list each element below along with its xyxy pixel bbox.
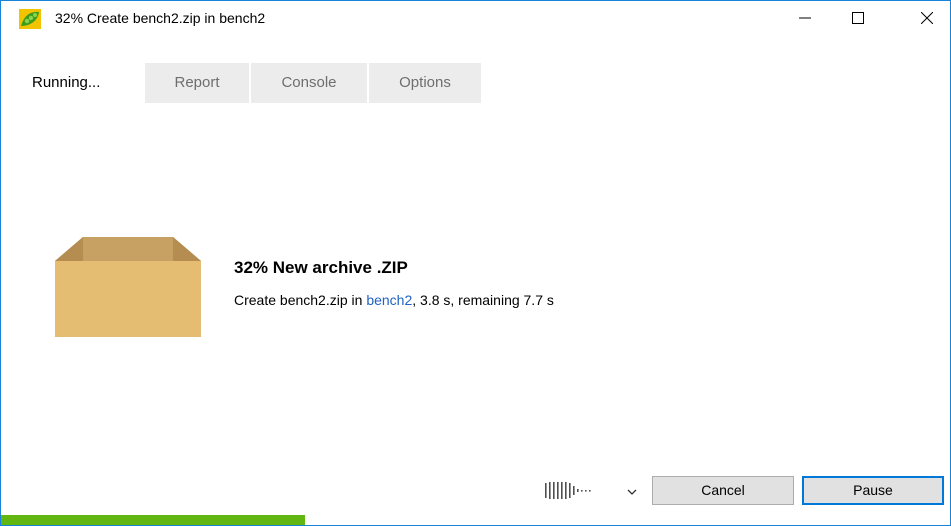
minimize-icon: [799, 12, 811, 24]
close-icon: [921, 12, 933, 24]
tab-options[interactable]: Options: [369, 63, 481, 103]
speed-dropdown[interactable]: [543, 478, 641, 506]
tab-running[interactable]: Running...: [19, 63, 129, 103]
operation-detail-suffix: , 3.8 s, remaining 7.7 s: [412, 292, 554, 308]
operation-title: 32% New archive .ZIP: [234, 258, 408, 277]
destination-folder-link[interactable]: bench2: [366, 292, 412, 308]
title-bar[interactable]: 32% Create bench2.zip in bench2: [1, 1, 950, 35]
tab-report[interactable]: Report: [145, 63, 249, 103]
chevron-down-icon: [627, 483, 637, 501]
open-box-icon: [55, 237, 201, 337]
progress-bar: [1, 515, 305, 525]
operation-detail-prefix: Create bench2.zip in: [234, 292, 367, 308]
cancel-button[interactable]: Cancel: [652, 476, 794, 505]
archive-window: 32% Create bench2.zip in bench2 Running.…: [0, 0, 951, 526]
minimize-button[interactable]: [782, 1, 828, 35]
operation-detail: Create bench2.zip in bench2, 3.8 s, rema…: [234, 292, 554, 308]
close-button[interactable]: [904, 1, 950, 35]
maximize-button[interactable]: [835, 1, 881, 35]
speed-bars-icon: [543, 480, 617, 505]
window-title: 32% Create bench2.zip in bench2: [55, 10, 266, 26]
tab-console[interactable]: Console: [251, 63, 367, 103]
pea-pod-icon: [19, 9, 41, 29]
maximize-icon: [852, 12, 864, 24]
pause-button[interactable]: Pause: [802, 476, 944, 505]
